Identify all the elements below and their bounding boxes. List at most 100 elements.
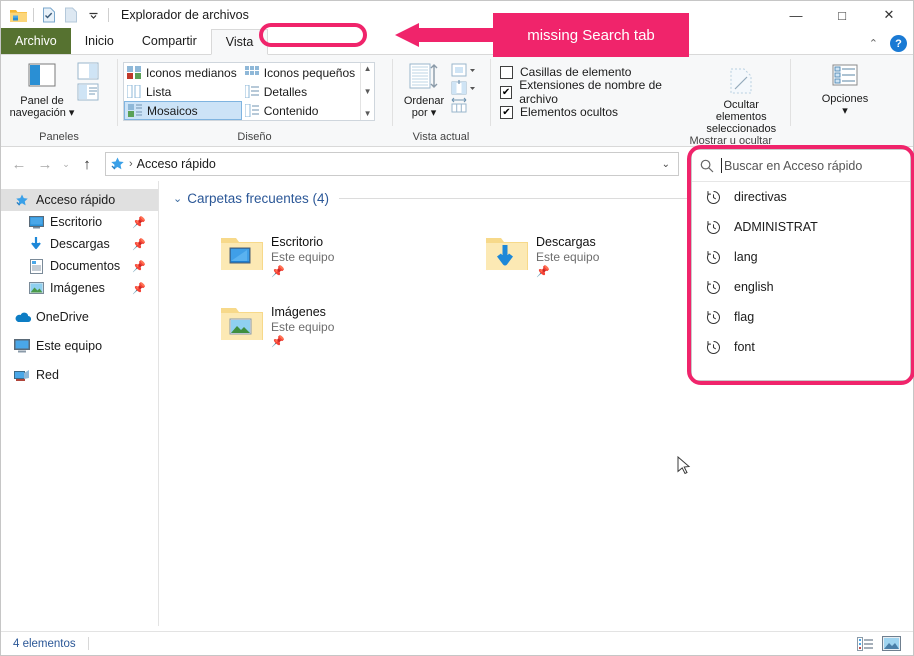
layout-item-iconos-medianos[interactable]: Iconos medianos [124, 63, 242, 82]
missing-search-tab-highlight [259, 23, 367, 47]
details-pane-icon[interactable] [77, 83, 99, 101]
address-bar[interactable]: › Acceso rápido ⌄ [105, 152, 679, 176]
tile-descargas[interactable]: Descargas Este equipo 📌 [484, 234, 714, 280]
options-caret-icon[interactable]: ▾ [842, 105, 848, 117]
size-columns-icon[interactable] [450, 79, 476, 96]
sidebar-item-acceso-rapido[interactable]: Acceso rápido [1, 189, 158, 211]
breadcrumb-separator: › [129, 158, 133, 170]
ribbon-group-vista-actual: Ordenar por ▾ Vista actual [392, 55, 490, 146]
sidebar-item-descargas[interactable]: Descargas 📌 [1, 233, 158, 255]
tile-escritorio[interactable]: Escritorio Este equipo 📌 [219, 234, 449, 280]
layout-item-lista[interactable]: Lista [124, 82, 242, 101]
layout-item-detalles[interactable]: Detalles [242, 82, 360, 101]
options-button[interactable]: Opciones ▾ [810, 58, 880, 117]
sidebar-item-imagenes[interactable]: Imágenes 📌 [1, 277, 158, 299]
this-pc-icon [13, 339, 31, 353]
layout-scroll[interactable]: ▲ ▼ ▼ [360, 63, 374, 120]
layout-label-0: Iconos medianos [146, 65, 237, 80]
tab-inicio[interactable]: Inicio [71, 28, 128, 54]
tab-archivo[interactable]: Archivo [1, 28, 71, 54]
medium-icons-icon [127, 66, 141, 79]
help-icon[interactable]: ? [890, 35, 907, 52]
close-button[interactable]: ✕ [865, 1, 913, 29]
mouse-cursor-icon [677, 456, 691, 475]
search-history-label-3: english [734, 280, 774, 294]
sort-by-button[interactable]: Ordenar por ▾ [398, 58, 450, 119]
nav-pane-button[interactable]: Panel de navegación ▾ [7, 58, 77, 119]
add-columns-icon[interactable] [450, 62, 476, 78]
hide-selected-label-2: seleccionados [706, 123, 777, 135]
scroll-down-icon[interactable]: ▼ [364, 87, 372, 96]
tile-imagenes[interactable]: Imágenes Este equipo 📌 [219, 304, 449, 350]
checkbox-box-2[interactable]: ✔ [500, 105, 513, 119]
details-view-icon[interactable] [857, 636, 874, 651]
checkbox-box-1[interactable]: ✔ [500, 85, 513, 99]
scroll-up-icon[interactable]: ▲ [364, 65, 372, 73]
layout-label-1: Iconos pequeños [263, 65, 356, 80]
maximize-button[interactable]: □ [819, 1, 865, 29]
pin-icon[interactable]: 📌 [132, 282, 146, 295]
search-history-item-5[interactable]: font [692, 332, 910, 362]
search-suggestions-panel[interactable]: Buscar en Acceso rápido directivas ADMIN… [691, 149, 911, 381]
search-history-item-4[interactable]: flag [692, 302, 910, 332]
pin-icon[interactable]: 📌 [132, 216, 146, 229]
scroll-more-icon[interactable]: ▼ [364, 110, 372, 118]
content-icon [244, 104, 259, 117]
sidebar-item-documentos[interactable]: Documentos 📌 [1, 255, 158, 277]
properties-icon[interactable] [38, 4, 60, 26]
group-label-paneles: Paneles [39, 131, 79, 143]
forward-arrow-icon[interactable]: → [33, 152, 57, 176]
ribbon-group-paneles: Panel de navegación ▾ Paneles [1, 55, 117, 146]
hide-selected-label-1: Ocultar elementos [715, 99, 767, 123]
search-history-item-1[interactable]: ADMINISTRAT [692, 212, 910, 242]
layout-item-mosaicos[interactable]: Mosaicos [124, 101, 242, 120]
search-placeholder: Buscar en Acceso rápido [720, 157, 863, 173]
ribbon-group-opciones: Opciones ▾ [790, 55, 900, 146]
customize-qat-icon[interactable] [82, 4, 104, 26]
preview-pane-icon[interactable] [77, 62, 99, 80]
hide-selected-icon [730, 68, 752, 94]
annotation-arrow-icon [395, 23, 501, 47]
layout-item-contenido[interactable]: Contenido [242, 101, 360, 120]
explorer-icon[interactable] [7, 4, 29, 26]
fit-columns-icon[interactable] [450, 97, 476, 114]
hide-selected-button[interactable]: Ocultar elementos seleccionados [698, 62, 784, 135]
pin-icon[interactable]: 📌 [132, 238, 146, 251]
checkbox-elementos-ocultos[interactable]: ✔ Elementos ocultos [500, 102, 690, 122]
chevron-up-icon[interactable]: ⌃ [869, 37, 878, 50]
search-history-label-0: directivas [734, 190, 787, 204]
sidebar-label-2: Descargas [50, 237, 110, 251]
layout-column-1: Iconos medianos Lista Mosaicos [124, 63, 242, 120]
minimize-button[interactable]: — [773, 1, 819, 29]
pin-icon[interactable]: 📌 [132, 260, 146, 273]
search-history-item-3[interactable]: english [692, 272, 910, 302]
network-icon [13, 369, 31, 382]
tab-compartir[interactable]: Compartir [128, 28, 211, 54]
sidebar-item-escritorio[interactable]: Escritorio 📌 [1, 211, 158, 233]
search-history-item-0[interactable]: directivas [692, 182, 910, 212]
new-folder-icon[interactable] [60, 4, 82, 26]
sidebar-item-onedrive[interactable]: OneDrive [1, 306, 158, 328]
sidebar-item-este-equipo[interactable]: Este equipo [1, 335, 158, 357]
chevron-down-icon[interactable]: ⌄ [173, 192, 182, 205]
sidebar-item-red[interactable]: Red [1, 364, 158, 386]
tile-sub-1: Este equipo [536, 250, 600, 264]
address-dropdown-icon[interactable]: ⌄ [662, 159, 674, 170]
quick-access-toolbar [7, 4, 113, 26]
tiles-icon [128, 104, 142, 117]
search-history-item-2[interactable]: lang [692, 242, 910, 272]
checkbox-extensiones[interactable]: ✔ Extensiones de nombre de archivo [500, 78, 690, 106]
layout-item-iconos-pequenos[interactable]: Iconos pequeños [242, 63, 360, 82]
search-input[interactable]: Buscar en Acceso rápido [692, 150, 910, 182]
ribbon-right-controls: ⌃ ? [869, 35, 907, 52]
navigation-pane: Acceso rápido Escritorio 📌 Descargas 📌 D… [1, 181, 159, 626]
back-arrow-icon[interactable]: ← [7, 152, 31, 176]
recent-locations-icon[interactable]: ⌄ [59, 152, 73, 176]
up-arrow-icon[interactable]: ↑ [75, 152, 99, 176]
large-icons-view-icon[interactable] [882, 636, 901, 651]
quick-access-star-icon [111, 157, 124, 170]
history-clock-icon [702, 340, 724, 355]
breadcrumb[interactable]: Acceso rápido [137, 157, 216, 171]
history-clock-icon [702, 280, 724, 295]
checkbox-box-0[interactable] [500, 65, 513, 79]
